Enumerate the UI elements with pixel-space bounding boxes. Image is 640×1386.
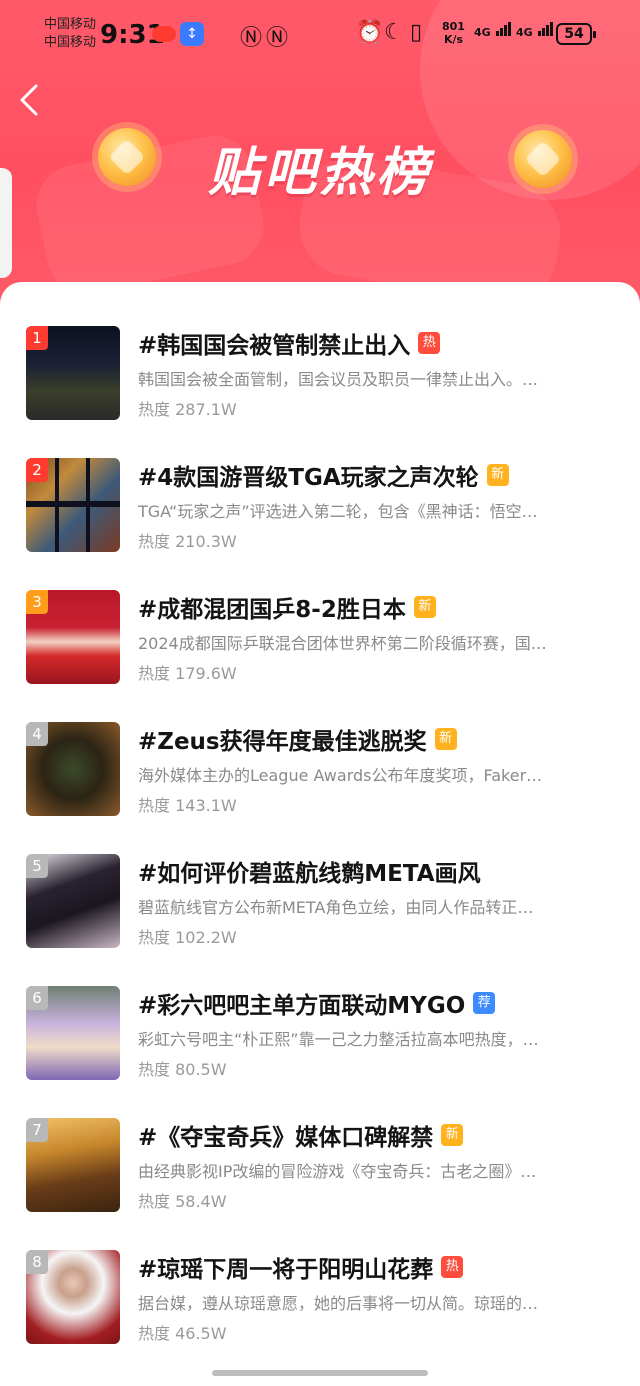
item-title: #彩六吧吧主单方面联动MYGO: [138, 993, 466, 1019]
rank-badge: 3: [26, 590, 48, 614]
side-drawer-handle[interactable]: [0, 168, 12, 278]
item-heat: 热度 179.6W: [138, 664, 237, 683]
rank-badge: 5: [26, 854, 48, 878]
back-button[interactable]: [18, 82, 54, 118]
list-item[interactable]: 3 #成都混团国乒8-2胜日本 新 2024成都国际乒联混合团体世界杯第二阶段循…: [0, 590, 640, 690]
item-thumbnail: 6: [26, 986, 120, 1080]
item-description: 彩虹六号吧主“朴正熙”靠一己之力整活拉高本吧热度，…: [138, 1030, 539, 1049]
item-thumbnail: 3: [26, 590, 120, 684]
item-title: #如何评价碧蓝航线鹩META画风: [138, 861, 481, 887]
item-thumbnail: 1: [26, 326, 120, 420]
carrier-2: 中国移动: [44, 35, 97, 50]
item-description: 由经典影视IP改编的冒险游戏《夺宝奇兵：古老之圈》…: [138, 1162, 537, 1181]
item-thumbnail: 2: [26, 458, 120, 552]
nfc-icon: Ⓝ: [240, 26, 263, 51]
item-title: #韩国国会被管制禁止出入: [138, 333, 411, 359]
recommend-tag: 荐: [473, 992, 496, 1014]
item-title: #成都混团国乒8-2胜日本: [138, 597, 406, 623]
rank-badge: 1: [26, 326, 48, 350]
new-tag: 新: [486, 464, 509, 486]
n-icon: Ⓝ: [266, 26, 289, 51]
item-title: #《夺宝奇兵》媒体口碑解禁: [138, 1125, 434, 1151]
new-tag: 新: [413, 596, 436, 618]
item-thumbnail: 4: [26, 722, 120, 816]
item-description: TGA“玩家之声”评选进入第二轮，包含《黑神话：悟空…: [138, 502, 538, 521]
alarm-icon: ⏰: [356, 20, 384, 45]
item-description: 韩国国会被全面管制，国会议员及职员一律禁止出入。…: [138, 370, 539, 389]
list-item[interactable]: 7 #《夺宝奇兵》媒体口碑解禁 新 由经典影视IP改编的冒险游戏《夺宝奇兵：古老…: [0, 1118, 640, 1218]
item-heat: 热度 210.3W: [138, 532, 237, 551]
rank-badge: 6: [26, 986, 48, 1010]
item-heat: 热度 287.1W: [138, 400, 237, 419]
new-tag: 新: [441, 1124, 464, 1146]
hot-list: 1 #韩国国会被管制禁止出入 热 韩国国会被全面管制，国会议员及职员一律禁止出入…: [0, 282, 640, 1386]
item-heat: 热度 58.4W: [138, 1192, 227, 1211]
chevron-left-icon: [20, 84, 38, 116]
rank-badge: 4: [26, 722, 48, 746]
item-thumbnail: 8: [26, 1250, 120, 1344]
rank-badge: 8: [26, 1250, 48, 1274]
new-tag: 新: [434, 728, 457, 750]
hot-tag: 热: [418, 332, 441, 354]
item-heat: 热度 102.2W: [138, 928, 237, 947]
notification-app-icon: ↕: [180, 22, 204, 46]
hot-tag: 热: [441, 1256, 464, 1278]
rank-badge: 2: [26, 458, 48, 482]
item-description: 据台媒，遵从琼瑶意愿，她的后事将一切从简。琼瑶的…: [138, 1294, 539, 1313]
list-item[interactable]: 6 #彩六吧吧主单方面联动MYGO 荐 彩虹六号吧主“朴正熙”靠一己之力整活拉高…: [0, 986, 640, 1086]
item-description: 2024成都国际乒联混合团体世界杯第二阶段循环赛，国…: [138, 634, 547, 653]
item-heat: 热度 46.5W: [138, 1324, 227, 1343]
status-bar: 中国移动 中国移动 9:31 ↕ Ⓝ Ⓝ ⏰ ☾ ▯ 801 K/s 4G 4G…: [0, 0, 640, 70]
rank-badge: 7: [26, 1118, 48, 1142]
list-item[interactable]: 1 #韩国国会被管制禁止出入 热 韩国国会被全面管制，国会议员及职员一律禁止出入…: [0, 326, 640, 426]
carrier-1: 中国移动: [44, 17, 97, 32]
vibrate-icon: ▯: [410, 20, 423, 45]
header-banner: 中国移动 中国移动 9:31 ↕ Ⓝ Ⓝ ⏰ ☾ ▯ 801 K/s 4G 4G…: [0, 0, 640, 320]
item-heat: 热度 143.1W: [138, 796, 237, 815]
carrier-labels: 中国移动 中国移动: [44, 16, 96, 52]
item-heat: 热度 80.5W: [138, 1060, 227, 1079]
list-item[interactable]: 4 #Zeus获得年度最佳逃脱奖 新 海外媒体主办的League Awards公…: [0, 722, 640, 822]
moon-icon: ☾: [384, 20, 404, 45]
net-speed: 801 K/s: [442, 20, 465, 46]
item-description: 海外媒体主办的League Awards公布年度奖项，Faker…: [138, 766, 543, 785]
page-title: 贴吧热榜: [207, 143, 432, 203]
item-title: #琼瑶下周一将于阳明山花葬: [138, 1257, 434, 1283]
home-indicator[interactable]: [212, 1370, 428, 1376]
battery-icon: 54: [556, 23, 596, 45]
list-item[interactable]: 5 #如何评价碧蓝航线鹩META画风 碧蓝航线官方公布新META角色立绘，由同人…: [0, 854, 640, 954]
notification-app-icon: [152, 26, 176, 42]
list-item[interactable]: 8 #琼瑶下周一将于阳明山花葬 热 据台媒，遵从琼瑶意愿，她的后事将一切从简。琼…: [0, 1250, 640, 1350]
item-description: 碧蓝航线官方公布新META角色立绘，由同人作品转正…: [138, 898, 534, 917]
item-title: #Zeus获得年度最佳逃脱奖: [138, 729, 427, 755]
item-thumbnail: 7: [26, 1118, 120, 1212]
list-item[interactable]: 2 #4款国游晋级TGA玩家之声次轮 新 TGA“玩家之声”评选进入第二轮，包含…: [0, 458, 640, 558]
signal-2-icon: 4G: [516, 22, 553, 39]
item-thumbnail: 5: [26, 854, 120, 948]
item-title: #4款国游晋级TGA玩家之声次轮: [138, 465, 479, 491]
signal-1-icon: 4G: [474, 22, 511, 39]
